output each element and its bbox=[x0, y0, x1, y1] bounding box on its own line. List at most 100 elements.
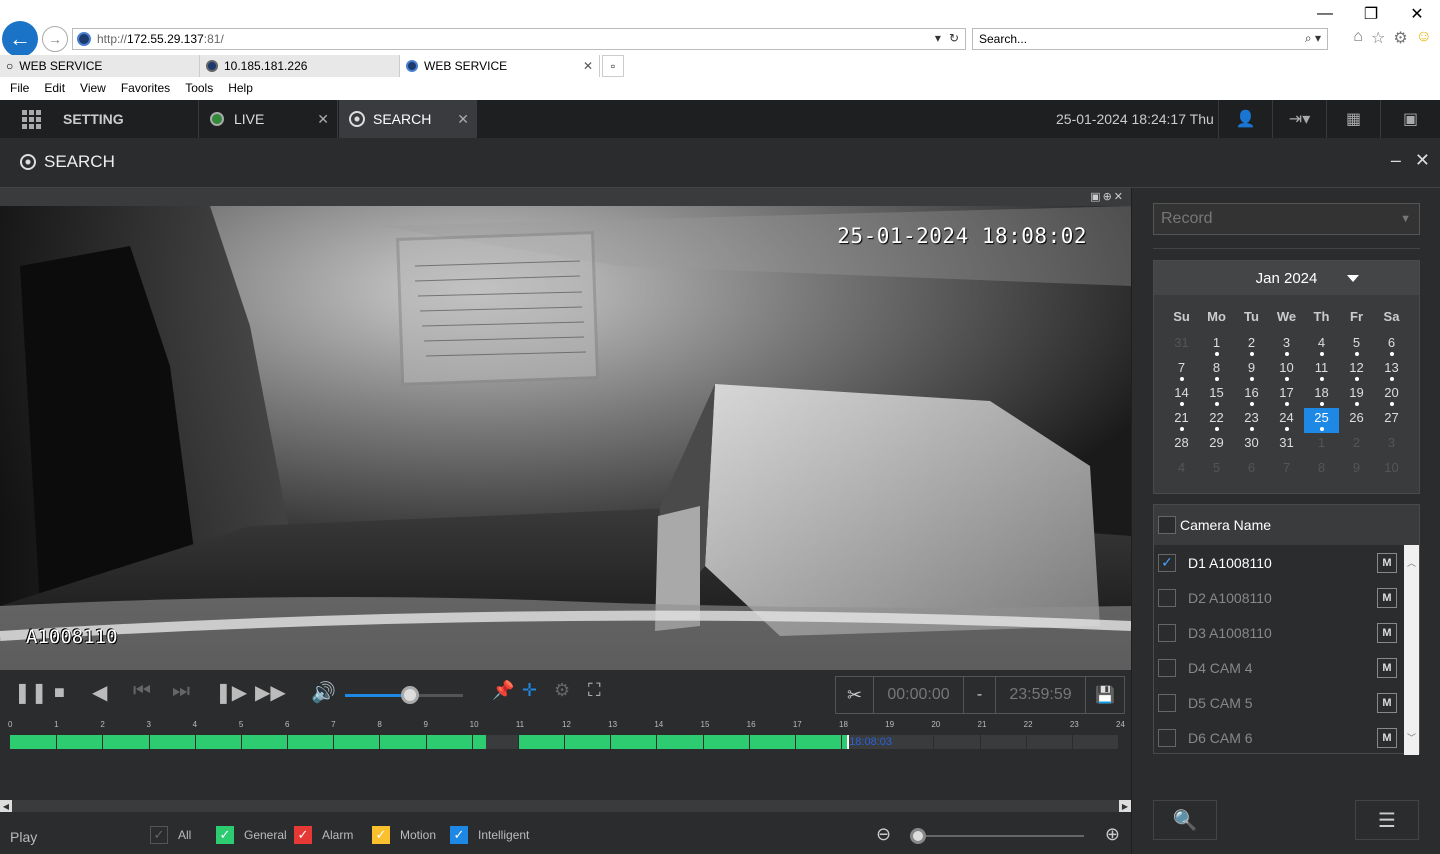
calendar-day[interactable]: 5 bbox=[1199, 458, 1234, 483]
camera-checkbox[interactable]: ✓ bbox=[1158, 553, 1176, 572]
calendar-day[interactable]: 8 bbox=[1304, 458, 1339, 483]
minimize-panel-icon[interactable]: – bbox=[1391, 150, 1401, 171]
calendar-day[interactable]: 12 bbox=[1339, 358, 1374, 383]
scroll-down-icon[interactable]: ﹀ bbox=[1404, 730, 1419, 745]
volume-icon[interactable]: 🔊 bbox=[311, 680, 336, 705]
timeline-cursor[interactable]: 18:08:03 bbox=[847, 735, 898, 749]
calendar-day[interactable]: 8 bbox=[1199, 358, 1234, 383]
clip-end-time[interactable]: 23:59:59 bbox=[996, 677, 1086, 713]
zoom-out-icon[interactable]: ⊖ bbox=[876, 824, 891, 845]
logout-icon[interactable]: ⇥▾ bbox=[1272, 100, 1326, 138]
recorded-segment[interactable] bbox=[517, 735, 848, 749]
camera-checkbox[interactable] bbox=[1158, 728, 1176, 747]
calendar-day[interactable]: 14 bbox=[1164, 383, 1199, 408]
address-bar[interactable]: http://172.55.29.137:81/ ▾ ↻ bbox=[72, 28, 966, 50]
smiley-icon[interactable]: ☺ bbox=[1416, 28, 1432, 48]
calendar-day[interactable]: 3 bbox=[1269, 333, 1304, 358]
volume-slider[interactable] bbox=[345, 686, 463, 704]
close-tab-icon[interactable]: ✕ bbox=[583, 59, 593, 73]
camera-row[interactable]: D3 A1008110 M bbox=[1154, 615, 1419, 650]
calendar-day[interactable]: 23 bbox=[1234, 408, 1269, 433]
calendar-day[interactable]: 7 bbox=[1269, 458, 1304, 483]
close-live-icon[interactable]: ✕ bbox=[317, 111, 329, 128]
camera-row[interactable]: D2 A1008110 M bbox=[1154, 580, 1419, 615]
camera-checkbox[interactable] bbox=[1158, 588, 1176, 607]
tab-web-service-1[interactable]: ○ WEB SERVICE bbox=[0, 55, 200, 77]
calendar-day[interactable]: 18 bbox=[1304, 383, 1339, 408]
calendar-day[interactable]: 21 bbox=[1164, 408, 1199, 433]
zoom-knob[interactable] bbox=[910, 828, 926, 844]
calendar-day[interactable]: 13 bbox=[1374, 358, 1409, 383]
calendar-day[interactable]: 26 bbox=[1339, 408, 1374, 433]
filter-intelligent-checkbox[interactable]: ✓ bbox=[450, 826, 468, 844]
filter-general-checkbox[interactable]: ✓ bbox=[216, 826, 234, 844]
scroll-up-icon[interactable]: ︿ bbox=[1404, 555, 1419, 570]
calendar-day[interactable]: 4 bbox=[1304, 333, 1339, 358]
setting-button[interactable]: SETTING bbox=[0, 100, 199, 138]
calendar-day[interactable]: 10 bbox=[1374, 458, 1409, 483]
close-search-icon[interactable]: ✕ bbox=[457, 111, 469, 128]
calendar-day[interactable]: 4 bbox=[1164, 458, 1199, 483]
play-reverse-icon[interactable]: ◀ bbox=[92, 680, 107, 705]
dropdown-icon[interactable]: ▾ bbox=[935, 31, 941, 45]
menu-edit[interactable]: Edit bbox=[44, 78, 65, 98]
display-icon[interactable]: ▣ bbox=[1380, 100, 1440, 138]
calendar-day[interactable]: 6 bbox=[1374, 333, 1409, 358]
calendar-day[interactable]: 9 bbox=[1234, 358, 1269, 383]
minimize-icon[interactable]: — bbox=[1302, 0, 1348, 28]
scroll-right-icon[interactable]: ▶ bbox=[1119, 800, 1131, 812]
calendar-day[interactable]: 2 bbox=[1234, 333, 1269, 358]
calendar-day[interactable]: 15 bbox=[1199, 383, 1234, 408]
filter-motion[interactable]: ✓ Motion bbox=[372, 826, 436, 844]
close-panel-icon[interactable]: ✕ bbox=[1415, 150, 1430, 171]
calendar-day[interactable]: 7 bbox=[1164, 358, 1199, 383]
main-stream-button[interactable]: M bbox=[1377, 623, 1397, 643]
calendar-day[interactable]: 29 bbox=[1199, 433, 1234, 458]
calendar-day[interactable]: 5 bbox=[1339, 333, 1374, 358]
tab-ip[interactable]: 10.185.181.226 bbox=[200, 55, 400, 77]
filter-all[interactable]: ✓ All bbox=[150, 826, 191, 844]
camera-checkbox[interactable] bbox=[1158, 623, 1176, 642]
calendar-day[interactable]: 2 bbox=[1339, 433, 1374, 458]
calendar-day[interactable]: 30 bbox=[1234, 433, 1269, 458]
stop-icon[interactable]: ■ bbox=[54, 682, 65, 703]
camera-scrollbar[interactable]: ︿ ﹀ bbox=[1404, 545, 1419, 755]
snapshot-icon[interactable]: ▣ bbox=[1090, 191, 1102, 203]
zoom-slider[interactable] bbox=[918, 835, 1084, 837]
file-list-button[interactable]: ☰ bbox=[1355, 800, 1419, 840]
calendar-day[interactable]: 25 bbox=[1304, 408, 1339, 433]
calendar-day[interactable]: 3 bbox=[1374, 433, 1409, 458]
calendar-day[interactable]: 27 bbox=[1374, 408, 1409, 433]
calendar-day[interactable]: 9 bbox=[1339, 458, 1374, 483]
main-stream-button[interactable]: M bbox=[1377, 728, 1397, 748]
zoom-icon[interactable]: ⊕ bbox=[1103, 191, 1114, 203]
calendar-day[interactable]: 31 bbox=[1164, 333, 1199, 358]
tab-web-service-2[interactable]: WEB SERVICE ✕ bbox=[400, 55, 600, 77]
filter-motion-checkbox[interactable]: ✓ bbox=[372, 826, 390, 844]
refresh-icon[interactable]: ↻ bbox=[949, 31, 959, 45]
pause-icon[interactable]: ❚❚ bbox=[14, 680, 48, 705]
menu-file[interactable]: File bbox=[10, 78, 29, 98]
camera-checkbox[interactable] bbox=[1158, 658, 1176, 677]
tab-live[interactable]: LIVE ✕ bbox=[200, 100, 338, 138]
camera-row[interactable]: D6 CAM 6 M bbox=[1154, 720, 1419, 755]
calendar-day[interactable]: 6 bbox=[1234, 458, 1269, 483]
select-all-checkbox[interactable] bbox=[1158, 516, 1176, 534]
smart-search-icon[interactable]: ⚙ bbox=[554, 680, 570, 701]
calendar-day[interactable]: 11 bbox=[1304, 358, 1339, 383]
forward-button[interactable]: → bbox=[42, 26, 68, 52]
clip-start-time[interactable]: 00:00:00 bbox=[874, 677, 964, 713]
calendar-day[interactable]: 19 bbox=[1339, 383, 1374, 408]
filter-intelligent[interactable]: ✓ Intelligent bbox=[450, 826, 529, 844]
calendar-day[interactable]: 28 bbox=[1164, 433, 1199, 458]
volume-knob[interactable] bbox=[400, 686, 419, 704]
calendar-day[interactable]: 1 bbox=[1304, 433, 1339, 458]
pin-icon[interactable]: 📌 bbox=[492, 680, 514, 701]
close-video-icon[interactable]: ✕ bbox=[1114, 191, 1125, 203]
gear-icon[interactable]: ⚙ bbox=[1393, 28, 1407, 48]
smart-search-button[interactable]: 🔍 bbox=[1153, 800, 1217, 840]
next-frame-icon[interactable]: ⏭ bbox=[172, 680, 190, 703]
save-clip-icon[interactable]: 💾 bbox=[1086, 677, 1124, 713]
scissors-icon[interactable]: ✂ bbox=[836, 677, 874, 713]
camera-row[interactable]: D5 CAM 5 M bbox=[1154, 685, 1419, 720]
